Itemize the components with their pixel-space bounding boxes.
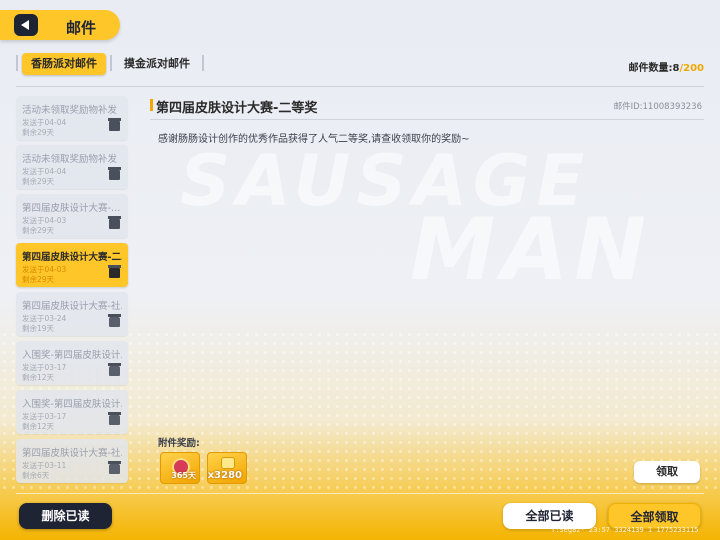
mail-item-title: 第四届皮肤设计大赛-… — [22, 203, 121, 214]
gift-icon — [108, 118, 121, 131]
divider — [16, 493, 704, 494]
opened-gift-icon — [108, 363, 121, 376]
back-button[interactable] — [14, 14, 38, 36]
mail-item-remaining: 剩余29天 — [22, 177, 55, 186]
mail-item-remaining: 剩余12天 — [22, 422, 55, 431]
mail-item-remaining: 剩余29天 — [22, 226, 55, 235]
divider — [16, 86, 704, 87]
mail-item-title: 活动未领取奖励物补发 — [22, 154, 118, 165]
mail-count-label: 邮件数量: — [628, 63, 673, 74]
mail-item-title: 活动未领取奖励物补发 — [22, 105, 118, 116]
tab-divider — [16, 55, 18, 71]
tab-sausage-party-mail[interactable]: 香肠派对邮件 — [22, 53, 106, 75]
title-accent-bar — [150, 99, 153, 111]
mail-item-title: 第四届皮肤设计大赛-二… — [22, 252, 122, 263]
coin-icon — [221, 457, 235, 469]
mail-item-remaining: 剩余29天 — [22, 275, 55, 284]
mail-list-item[interactable]: 第四届皮肤设计大赛-社… 发送于03-24 剩余19天 — [16, 292, 128, 336]
reward-qty: 365天 — [171, 471, 196, 480]
mail-item-remaining: 剩余19天 — [22, 324, 55, 333]
reward-qty: x3280 — [207, 470, 242, 481]
opened-gift-icon — [108, 412, 121, 425]
mail-list-item[interactable]: 入围奖-第四届皮肤设计… 发送于03-17 剩余12天 — [16, 341, 128, 385]
tab-mojin-party-mail[interactable]: 摸金派对邮件 — [118, 53, 196, 75]
page-title: 邮件 — [66, 19, 97, 37]
claim-button[interactable]: 领取 — [634, 461, 700, 483]
mail-item-title: 入围奖-第四届皮肤设计… — [22, 399, 122, 410]
mail-list-item[interactable]: 活动未领取奖励物补发 发送于04-04 剩余29天 — [16, 145, 128, 189]
mail-list-item[interactable]: 入围奖-第四届皮肤设计… 发送于03-17 剩余12天 — [16, 390, 128, 434]
gift-icon — [108, 216, 121, 229]
mail-body-text: 感谢肠肠设计创作的优秀作品获得了人气二等奖,请查收领取你的奖励~ — [158, 134, 470, 145]
mail-item-title: 第四届皮肤设计大赛-社… — [22, 301, 122, 312]
mail-detail-title: 第四届皮肤设计大赛-二等奖 — [156, 101, 318, 116]
mail-item-remaining: 剩余29天 — [22, 128, 55, 137]
mail-count: 邮件数量:8/200 — [629, 59, 705, 74]
attachments-label: 附件奖励: — [158, 438, 200, 449]
opened-gift-icon — [108, 461, 121, 474]
mail-item-remaining: 剩余12天 — [22, 373, 55, 382]
watermark-line1: SAUSAGE — [180, 140, 591, 222]
watermark-line2: MAN — [410, 200, 653, 300]
debug-overlay-text: T:Seg8z- 23:57 3324139 1 1775233115 — [551, 526, 699, 534]
reward-item[interactable]: x3280 — [207, 452, 247, 484]
mail-list-item-selected[interactable]: 第四届皮肤设计大赛-二… 发送于04-03 剩余29天 — [16, 243, 128, 287]
mail-list: 活动未领取奖励物补发 发送于04-04 剩余29天 活动未领取奖励物补发 发送于… — [16, 96, 128, 488]
mail-count-max: /200 — [679, 63, 704, 74]
delete-read-button[interactable]: 删除已读 — [19, 503, 112, 529]
divider — [150, 119, 704, 120]
reward-item[interactable]: 365天 — [160, 452, 200, 484]
mail-item-remaining: 剩余6天 — [22, 471, 50, 480]
gift-icon — [108, 265, 121, 278]
mail-list-item[interactable]: 第四届皮肤设计大赛-社… 发送于03-11 剩余6天 — [16, 439, 128, 483]
tab-divider — [202, 55, 204, 71]
gift-icon — [108, 167, 121, 180]
tab-divider — [110, 55, 112, 71]
mail-id: 邮件ID:11008393236 — [613, 102, 702, 112]
mail-list-item[interactable]: 第四届皮肤设计大赛-… 发送于04-03 剩余29天 — [16, 194, 128, 238]
opened-gift-icon — [108, 314, 121, 327]
mail-item-title: 第四届皮肤设计大赛-社… — [22, 448, 122, 459]
mail-item-title: 入围奖-第四届皮肤设计… — [22, 350, 122, 361]
sausage-man-watermark: SAUSAGE MAN — [150, 140, 720, 310]
mail-list-item[interactable]: 活动未领取奖励物补发 发送于04-04 剩余29天 — [16, 96, 128, 140]
